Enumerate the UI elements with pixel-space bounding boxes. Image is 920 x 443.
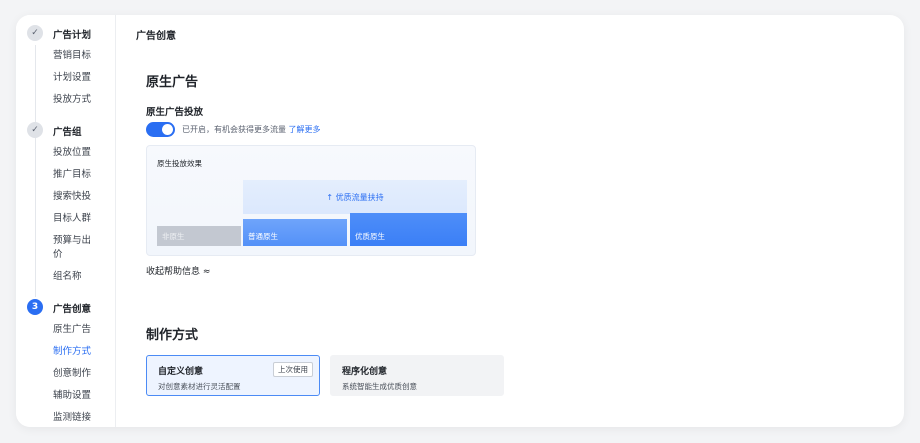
sidebar-item-promotion-target[interactable]: 推广目标 [53, 168, 111, 182]
toggle-status-text: 已开启，有机会获得更多流量 了解更多 [182, 124, 321, 135]
step-sidebar: ✓ 广告计划 营销目标 计划设置 投放方式 ✓ 广告组 投放位置 推广目标 搜索… [16, 15, 116, 427]
option-desc: 对创意素材进行灵活配置 [158, 382, 241, 391]
step-connector [35, 45, 36, 123]
bar-non-native: 非原生 [157, 226, 241, 246]
option-desc: 系统智能生成优质创意 [342, 382, 417, 391]
option-custom-creative[interactable]: 自定义创意 对创意素材进行灵活配置 上次使用 [146, 355, 320, 396]
bar-label: 普通原生 [248, 232, 278, 241]
step-title-plan[interactable]: 广告计划 [53, 27, 91, 41]
option-title: 自定义创意 [158, 367, 204, 377]
bar-quality-native: 优质原生 [350, 213, 467, 246]
sidebar-item-native-ad[interactable]: 原生广告 [53, 323, 111, 337]
toggle-knob [162, 124, 173, 135]
native-effect-card: 原生投放效果 ↑ 优质流量扶持 非原生 普通原生 优质原生 [146, 145, 476, 256]
sidebar-item-placement[interactable]: 投放位置 [53, 146, 111, 160]
section-title-native: 原生广告 [146, 75, 199, 90]
sidebar-item-group-name[interactable]: 组名称 [53, 270, 111, 284]
sidebar-item-budget-bid[interactable]: 预算与出价 [53, 234, 97, 262]
app-window: ✓ 广告计划 营销目标 计划设置 投放方式 ✓ 广告组 投放位置 推广目标 搜索… [16, 15, 904, 427]
check-icon: ✓ [27, 25, 43, 41]
check-icon: ✓ [27, 122, 43, 138]
section-title-production: 制作方式 [146, 328, 199, 343]
quality-traffic-support-band: ↑ 优质流量扶持 [243, 180, 467, 214]
step-title-ad-group[interactable]: 广告组 [53, 124, 82, 138]
toggle-status-label: 已开启，有机会获得更多流量 [182, 125, 286, 134]
sidebar-item-audience[interactable]: 目标人群 [53, 212, 111, 226]
step-title-creative[interactable]: 广告创意 [53, 301, 91, 315]
sidebar-item-aux-settings[interactable]: 辅助设置 [53, 389, 111, 403]
effect-card-title: 原生投放效果 [157, 159, 202, 168]
sidebar-item-delivery-mode[interactable]: 投放方式 [53, 93, 111, 107]
sidebar-item-creative-making[interactable]: 创意制作 [53, 367, 111, 381]
support-label: ↑ 优质流量扶持 [326, 192, 384, 202]
native-delivery-toggle[interactable] [146, 122, 175, 137]
learn-more-link[interactable]: 了解更多 [289, 125, 321, 134]
sidebar-item-plan-settings[interactable]: 计划设置 [53, 71, 111, 85]
sidebar-item-production-mode[interactable]: 制作方式 [53, 345, 111, 359]
sidebar-item-search-quick[interactable]: 搜索快投 [53, 190, 111, 204]
step-number-badge: 3 [27, 299, 43, 315]
step-connector [35, 137, 36, 297]
bar-label: 优质原生 [355, 232, 385, 241]
sidebar-item-marketing-goal[interactable]: 营销目标 [53, 49, 111, 63]
page-title: 广告创意 [136, 31, 176, 42]
option-title: 程序化创意 [342, 367, 388, 377]
option-programmatic-creative[interactable]: 程序化创意 系统智能生成优质创意 [330, 355, 504, 396]
main-content: 广告创意 原生广告 原生广告投放 已开启，有机会获得更多流量 了解更多 原生投放… [116, 15, 904, 427]
sidebar-item-tracking-link[interactable]: 监测链接 [53, 411, 111, 425]
bar-normal-native: 普通原生 [243, 219, 347, 246]
last-used-badge: 上次使用 [273, 362, 313, 377]
bar-label: 非原生 [162, 232, 185, 241]
native-delivery-label: 原生广告投放 [146, 107, 204, 118]
collapse-help-link[interactable]: 收起帮助信息 ≈ [146, 264, 210, 277]
